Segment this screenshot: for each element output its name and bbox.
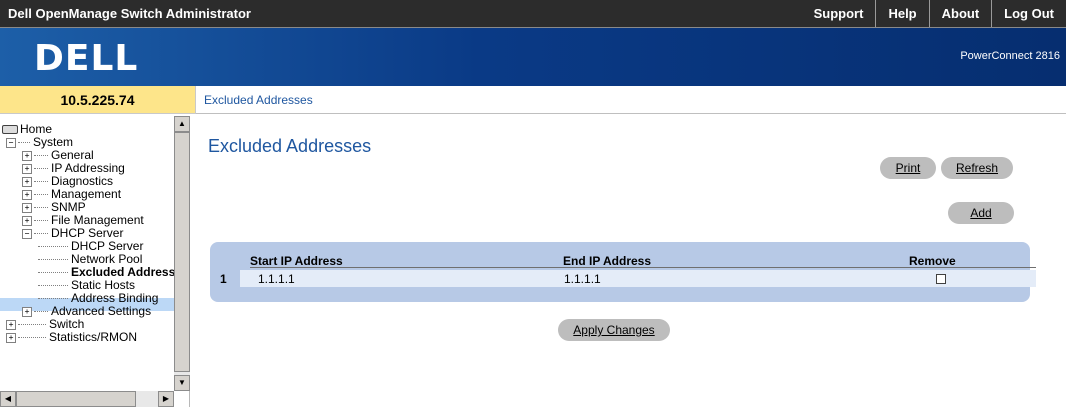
scroll-down-icon[interactable]: ▼ (174, 375, 190, 391)
vertical-scroll-thumb[interactable] (174, 132, 190, 372)
tree-item-statistics-rmon[interactable]: + Statistics/RMON (6, 331, 137, 344)
expand-icon[interactable]: + (6, 319, 16, 330)
horizontal-scroll-thumb[interactable] (16, 391, 136, 407)
expand-icon[interactable]: + (22, 202, 32, 213)
about-link[interactable]: About (928, 0, 992, 27)
tree-item-advanced-settings[interactable]: + Advanced Settings (22, 305, 151, 318)
table-row: 1.1.1.1 1.1.1.1 (240, 270, 1036, 287)
page-title: Excluded Addresses (208, 136, 372, 156)
top-links: Support Help About Log Out (802, 0, 1066, 27)
scroll-left-icon[interactable]: ◀ (0, 391, 16, 407)
expand-icon[interactable]: + (22, 306, 32, 317)
support-link[interactable]: Support (802, 0, 876, 27)
main-panel: Excluded Addresses Print Refresh Add Sta… (190, 116, 1066, 407)
breadcrumb: Excluded Addresses (204, 93, 313, 107)
product-name: PowerConnect 2816 (960, 50, 1060, 62)
apply-changes-button[interactable]: Apply Changes (558, 319, 670, 341)
row-number: 1 (220, 272, 227, 286)
help-link[interactable]: Help (875, 0, 928, 27)
collapse-icon[interactable]: − (6, 137, 16, 148)
nav-tree-body: Home − System + General + IP Addressing + Di… (0, 116, 174, 391)
add-button[interactable]: Add (948, 202, 1014, 224)
device-ip: 10.5.225.74 (0, 86, 196, 114)
expand-icon[interactable]: + (22, 176, 32, 187)
tree-horizontal-scrollbar[interactable]: ◀ ▶ (0, 391, 174, 407)
header-start-ip: Start IP Address (250, 254, 343, 268)
breadcrumb-bar: Excluded Addresses (196, 86, 1066, 114)
expand-icon[interactable]: + (22, 150, 32, 161)
expand-icon[interactable]: + (22, 215, 32, 226)
expand-icon[interactable]: + (22, 189, 32, 200)
collapse-icon[interactable]: − (22, 228, 32, 239)
dell-logo: DELL (34, 38, 139, 79)
excluded-addresses-table: Start IP Address End IP Address Remove 1… (210, 242, 1036, 302)
remove-checkbox[interactable] (936, 274, 946, 284)
header-remove: Remove (909, 254, 956, 268)
top-bar: Dell OpenManage Switch Administrator Sup… (0, 0, 1066, 28)
header-end-ip: End IP Address (563, 254, 652, 268)
end-ip-cell: 1.1.1.1 (564, 272, 601, 286)
refresh-button[interactable]: Refresh (941, 157, 1013, 179)
nav-tree: Home − System + General + IP Addressing + Di… (0, 116, 190, 407)
scroll-up-icon[interactable]: ▲ (174, 116, 190, 132)
expand-icon[interactable]: + (6, 332, 16, 343)
tree-vertical-scrollbar[interactable]: ▲ ▼ (174, 116, 190, 391)
start-ip-cell: 1.1.1.1 (258, 272, 295, 286)
print-button[interactable]: Print (880, 157, 936, 179)
header-divider (250, 267, 1036, 268)
log-out-link[interactable]: Log Out (991, 0, 1066, 27)
banner: DELL PowerConnect 2816 (0, 28, 1066, 86)
scroll-right-icon[interactable]: ▶ (158, 391, 174, 407)
app-title: Dell OpenManage Switch Administrator (8, 6, 251, 21)
computer-icon (2, 125, 18, 135)
expand-icon[interactable]: + (22, 163, 32, 174)
